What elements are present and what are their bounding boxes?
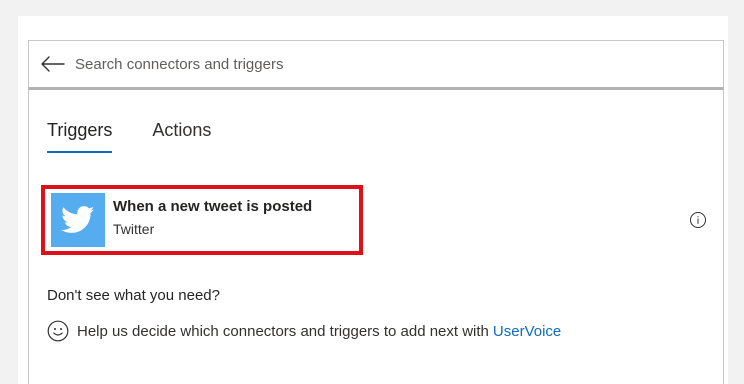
info-icon[interactable] [689, 211, 707, 229]
results-area: Triggers Actions When a new tweet is pos… [28, 90, 724, 384]
trigger-title: When a new tweet is posted [113, 198, 313, 215]
twitter-bird-icon [51, 193, 105, 247]
tab-actions[interactable]: Actions [152, 120, 211, 151]
help-row: Help us decide which connectors and trig… [47, 320, 561, 342]
search-bar [28, 40, 724, 90]
connector-picker-panel: Triggers Actions When a new tweet is pos… [18, 16, 728, 384]
smiley-icon [47, 320, 69, 342]
tab-bar: Triggers Actions [47, 120, 251, 153]
trigger-item-new-tweet[interactable]: When a new tweet is posted Twitter [41, 185, 713, 255]
search-input[interactable] [75, 55, 675, 73]
help-question: Don't see what you need? [47, 287, 220, 304]
trigger-connector-name: Twitter [113, 221, 155, 237]
help-text: Help us decide which connectors and trig… [77, 322, 489, 340]
back-arrow-icon[interactable] [39, 54, 67, 74]
tab-triggers[interactable]: Triggers [47, 120, 113, 153]
uservoice-link[interactable]: UserVoice [493, 323, 561, 340]
